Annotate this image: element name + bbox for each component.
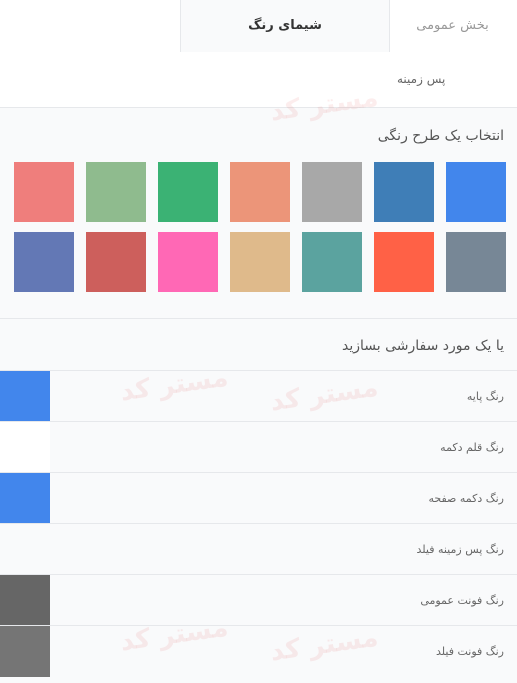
- custom-color-label: رنگ فونت فیلد: [435, 645, 504, 658]
- custom-color-row: رنگ دکمه صفحه: [0, 472, 517, 524]
- color-picker-preview[interactable]: [0, 473, 50, 524]
- custom-color-row: رنگ قلم دکمه: [0, 421, 517, 473]
- color-picker-preview[interactable]: [0, 422, 50, 473]
- color-swatch[interactable]: [14, 232, 74, 292]
- custom-color-label: رنگ فونت عمومی: [420, 594, 504, 607]
- color-swatch[interactable]: [374, 232, 434, 292]
- tab-bar: بخش عمومی شیمای رنگ: [0, 0, 517, 52]
- color-swatch[interactable]: [302, 232, 362, 292]
- color-swatch[interactable]: [302, 162, 362, 222]
- color-swatch[interactable]: [86, 162, 146, 222]
- color-swatch[interactable]: [230, 162, 290, 222]
- custom-color-label: رنگ قلم دکمه: [440, 441, 504, 454]
- color-swatch[interactable]: [446, 162, 506, 222]
- custom-color-row: رنگ فونت فیلد: [0, 625, 517, 677]
- custom-color-label: رنگ پس زمینه فیلد: [416, 543, 504, 556]
- color-swatch[interactable]: [158, 232, 218, 292]
- color-swatch[interactable]: [14, 162, 74, 222]
- preset-section: انتخاب یک طرح رنگی: [0, 108, 517, 319]
- color-swatch[interactable]: [86, 232, 146, 292]
- custom-title: یا یک مورد سفارشی بسازید: [341, 338, 504, 354]
- preset-title: انتخاب یک طرح رنگی: [377, 128, 504, 144]
- custom-color-row: رنگ پس زمینه فیلد: [0, 523, 517, 575]
- subtab-background[interactable]: پس زمینه: [397, 72, 445, 86]
- color-swatch[interactable]: [158, 162, 218, 222]
- subtab-bar: پس زمینه: [0, 52, 517, 108]
- color-swatch[interactable]: [374, 162, 434, 222]
- custom-color-row: رنگ پایه: [0, 370, 517, 422]
- color-picker-preview[interactable]: [0, 371, 50, 422]
- color-picker-preview[interactable]: [0, 626, 50, 677]
- custom-section: یا یک مورد سفارشی بسازید رنگ پایه رنگ قلم…: [0, 319, 517, 683]
- custom-color-label: رنگ دکمه صفحه: [428, 492, 504, 505]
- color-swatch[interactable]: [446, 232, 506, 292]
- color-swatch[interactable]: [230, 232, 290, 292]
- tab-general[interactable]: بخش عمومی: [388, 0, 517, 51]
- color-picker-preview[interactable]: [0, 575, 50, 626]
- custom-color-label: رنگ پایه: [466, 390, 504, 403]
- custom-color-row: رنگ فونت عمومی: [0, 574, 517, 626]
- tab-color-theme[interactable]: شیمای رنگ: [180, 0, 390, 52]
- color-picker-preview[interactable]: [0, 524, 50, 575]
